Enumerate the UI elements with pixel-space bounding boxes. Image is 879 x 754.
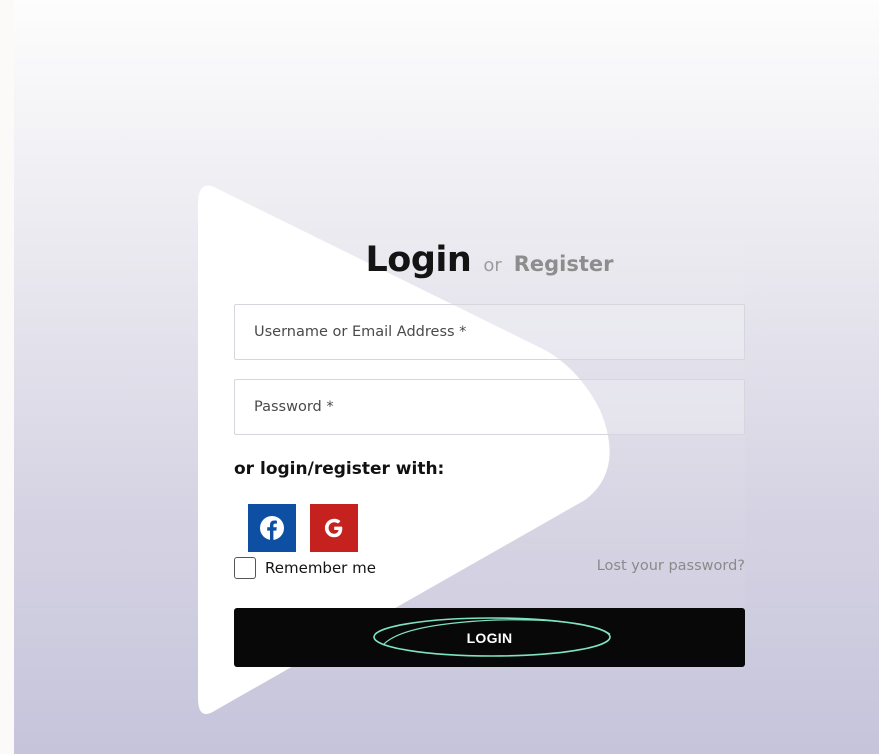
- remember-me-option[interactable]: Remember me: [234, 556, 376, 580]
- google-login-button[interactable]: [310, 504, 358, 552]
- login-form: Login or Register or login/register with…: [234, 240, 745, 670]
- facebook-icon: [260, 516, 284, 540]
- social-label-text: login/register with:: [260, 459, 445, 479]
- facebook-login-button[interactable]: [248, 504, 296, 552]
- login-button-label: LOGIN: [466, 629, 513, 646]
- form-heading: Login or Register: [234, 240, 745, 280]
- remember-me-checkbox[interactable]: [234, 557, 256, 579]
- remember-me-label: Remember me: [265, 559, 376, 577]
- google-icon: [324, 518, 343, 538]
- login-title[interactable]: Login: [365, 240, 471, 280]
- social-or-text: or: [234, 459, 255, 479]
- username-input[interactable]: [234, 304, 745, 360]
- lost-password-link[interactable]: Lost your password?: [597, 558, 745, 574]
- register-link[interactable]: Register: [514, 252, 614, 276]
- heading-or-text: or: [483, 255, 502, 276]
- password-input[interactable]: [234, 379, 745, 435]
- social-login-label: or login/register with:: [234, 459, 444, 479]
- login-button[interactable]: LOGIN: [234, 608, 745, 667]
